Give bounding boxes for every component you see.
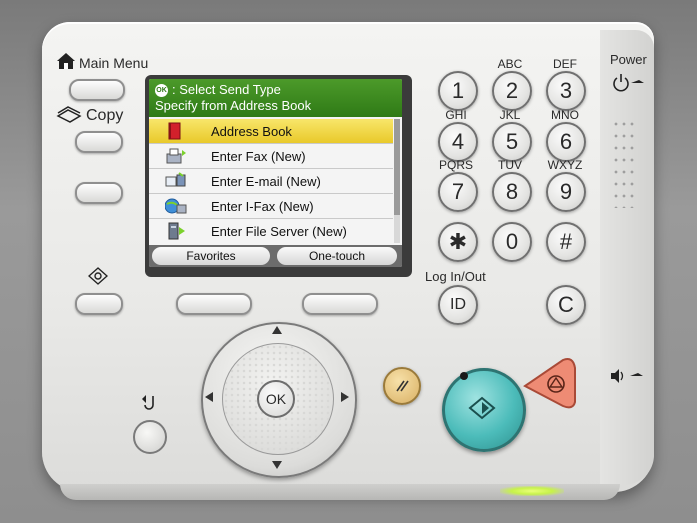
list-item-label: Enter File Server (New) <box>211 223 347 239</box>
back-button[interactable] <box>133 420 167 454</box>
up-arrow-icon[interactable] <box>272 326 282 334</box>
list-item-label: Enter Fax (New) <box>211 148 306 164</box>
main-menu-label: Main Menu <box>79 55 149 71</box>
key-7[interactable]: 7 <box>438 172 478 212</box>
key-3[interactable]: 3 <box>546 71 586 111</box>
favorites-softkey[interactable]: Favorites <box>152 247 270 265</box>
address-book-icon <box>165 122 185 140</box>
copy-icon <box>56 106 82 124</box>
clear-button[interactable]: C <box>546 285 586 325</box>
key-2[interactable]: 2 <box>492 71 532 111</box>
down-arrow-icon[interactable] <box>272 461 282 469</box>
list-item-address-book[interactable]: Address Book <box>149 119 393 143</box>
panel-side <box>600 30 654 485</box>
ok-badge-icon: OK <box>155 84 168 98</box>
list-item-enter-fax[interactable]: Enter Fax (New) <box>149 144 393 168</box>
home-icon <box>56 52 76 70</box>
key-5[interactable]: 5 <box>492 122 532 162</box>
key-4[interactable]: 4 <box>438 122 478 162</box>
volume-icon <box>610 366 646 386</box>
list-item-label: Enter I-Fax (New) <box>211 198 314 214</box>
key-4-letters: GHI <box>445 108 467 122</box>
left-arrow-icon[interactable] <box>205 392 213 402</box>
log-in-out-button[interactable]: ID <box>438 285 478 325</box>
key-1[interactable]: 1 <box>438 71 478 111</box>
key-9[interactable]: 9 <box>546 172 586 212</box>
key-3-letters: DEF <box>553 57 577 71</box>
ifax-icon <box>164 197 187 215</box>
energy-saver-button[interactable] <box>75 293 123 315</box>
copy-label: Copy <box>86 107 124 124</box>
reset-icon <box>396 380 409 392</box>
fax-icon <box>165 147 186 165</box>
energy-saver-icon <box>87 267 109 285</box>
list-item-label: Enter E-mail (New) <box>211 173 321 189</box>
list-item-enter-ifax[interactable]: Enter I-Fax (New) <box>149 194 393 218</box>
start-indicator-icon <box>460 372 468 380</box>
scrollbar-thumb[interactable] <box>394 119 400 215</box>
softkey-left-button[interactable] <box>176 293 252 315</box>
main-menu-button[interactable] <box>69 79 125 101</box>
power-label: Power <box>610 52 647 67</box>
email-icon <box>165 172 186 190</box>
reset-button[interactable] <box>383 367 421 405</box>
log-in-out-label: Log In/Out <box>425 269 486 284</box>
key-6-letters: MNO <box>551 108 579 122</box>
ok-button[interactable]: OK <box>257 380 295 418</box>
key-8[interactable]: 8 <box>492 172 532 212</box>
key-8-letters: TUV <box>498 158 522 172</box>
start-button[interactable] <box>442 368 526 452</box>
screen-title: : Select Send Type <box>172 82 281 97</box>
back-icon <box>140 393 160 413</box>
file-server-icon <box>165 222 185 240</box>
start-icon <box>468 396 496 420</box>
screen-subtitle: Specify from Address Book <box>155 98 312 113</box>
key-hash[interactable]: # <box>546 222 586 262</box>
copy-button[interactable] <box>75 131 123 153</box>
list-item-enter-email[interactable]: Enter E-mail (New) <box>149 169 393 193</box>
status-indicator-light <box>500 486 564 496</box>
key-9-letters: WXYZ <box>547 158 583 172</box>
touch-screen[interactable]: OK : Select Send Type Specify from Addres… <box>149 79 402 267</box>
key-6[interactable]: 6 <box>546 122 586 162</box>
list-item-label: Address Book <box>211 123 292 139</box>
one-touch-softkey[interactable]: One-touch <box>277 247 397 265</box>
key-0[interactable]: 0 <box>492 222 532 262</box>
right-arrow-icon[interactable] <box>341 392 349 402</box>
list-item-enter-file-server[interactable]: Enter File Server (New) <box>149 219 393 243</box>
power-icon <box>611 72 647 94</box>
key-7-letters: PQRS <box>438 158 473 172</box>
function-button-3[interactable] <box>75 182 123 204</box>
softkey-right-button[interactable] <box>302 293 378 315</box>
key-2-letters: ABC <box>497 57 523 71</box>
key-5-letters: JKL <box>499 108 521 122</box>
speaker-grille <box>612 118 638 208</box>
key-asterisk[interactable]: ✱ <box>438 222 478 262</box>
screen-header: OK : Select Send Type Specify from Addres… <box>149 79 402 117</box>
